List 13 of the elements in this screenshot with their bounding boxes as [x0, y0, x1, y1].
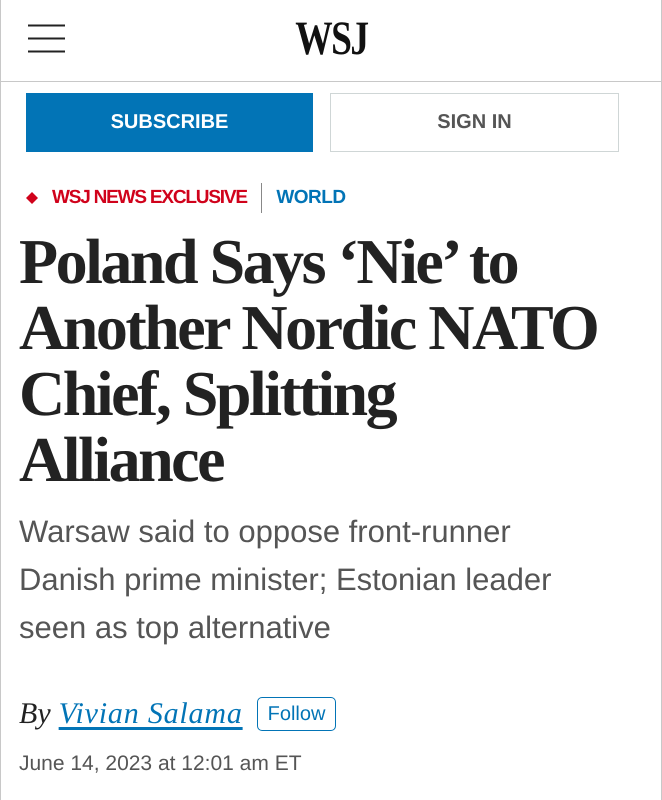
diamond-icon	[26, 192, 38, 204]
author-link[interactable]: Vivian Salama	[58, 697, 243, 731]
sign-in-button[interactable]: SIGN IN	[330, 93, 619, 152]
subscribe-button[interactable]: SUBSCRIBE	[26, 93, 313, 152]
exclusive-label: WSJ NEWS EXCLUSIVE	[52, 187, 247, 209]
byline-prefix: By	[19, 697, 51, 731]
summary-text: Warsaw said to oppose front-runner Danish prime minister; Estonian leader seen as top alternative	[19, 513, 552, 647]
section-link[interactable]: WORLD	[276, 187, 346, 209]
timestamp: June 14, 2023 at 12:01 am ET	[19, 751, 302, 777]
follow-button[interactable]: Follow	[256, 697, 336, 731]
logo[interactable]: WSJ	[294, 16, 368, 60]
menu-icon[interactable]	[28, 24, 65, 53]
headline: Poland Says ‘Nie’ to Another Nordic NATO Chief, Splitting Alliance	[19, 229, 598, 493]
